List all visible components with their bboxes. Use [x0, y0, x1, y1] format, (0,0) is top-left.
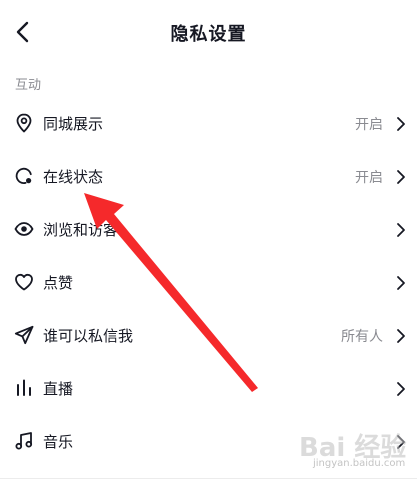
list-item-label: 音乐 — [43, 433, 74, 451]
location-pin-icon — [16, 113, 32, 133]
divider — [0, 478, 417, 479]
list-item-value: 开启 — [355, 117, 383, 133]
online-status-icon — [15, 167, 32, 185]
chevron-right-icon — [397, 435, 405, 449]
list-item-label: 在线状态 — [43, 168, 104, 186]
list-item-value: 开启 — [355, 170, 383, 186]
send-icon — [14, 325, 34, 345]
list-item-views-visitors[interactable]: 浏览和访客 — [0, 203, 417, 256]
chevron-right-icon — [397, 223, 405, 237]
list-item-online-status[interactable]: 在线状态 开启 — [0, 150, 417, 203]
list-item-live[interactable]: 直播 — [0, 362, 417, 415]
list-item-who-can-message[interactable]: 谁可以私信我 所有人 — [0, 309, 417, 362]
chevron-right-icon — [397, 117, 405, 131]
chevron-right-icon — [397, 382, 405, 396]
chevron-right-icon — [397, 329, 405, 343]
list-item-music[interactable]: 音乐 — [0, 415, 417, 468]
list-item-location-display[interactable]: 同城展示 开启 — [0, 97, 417, 150]
section-label: 互动 — [15, 78, 42, 93]
chevron-right-icon — [397, 276, 405, 290]
list-item-label: 同城展示 — [43, 115, 104, 133]
list-item-label: 谁可以私信我 — [43, 327, 134, 345]
list-item-label: 浏览和访客 — [43, 221, 119, 239]
heart-icon — [15, 273, 33, 291]
settings-list: 同城展示 开启 在线状态 开启 浏览和访客 点赞 谁可以私信我 所有人 直播 音… — [0, 97, 417, 468]
music-note-icon — [15, 432, 33, 450]
list-item-label: 点赞 — [43, 274, 74, 292]
header: 隐私设置 — [0, 0, 417, 66]
chevron-right-icon — [397, 170, 405, 184]
page-title: 隐私设置 — [170, 24, 247, 45]
list-item-value: 所有人 — [341, 329, 383, 345]
list-item-label: 直播 — [43, 380, 74, 398]
live-bars-icon — [17, 379, 31, 396]
eye-icon — [14, 222, 34, 236]
list-item-likes[interactable]: 点赞 — [0, 256, 417, 309]
